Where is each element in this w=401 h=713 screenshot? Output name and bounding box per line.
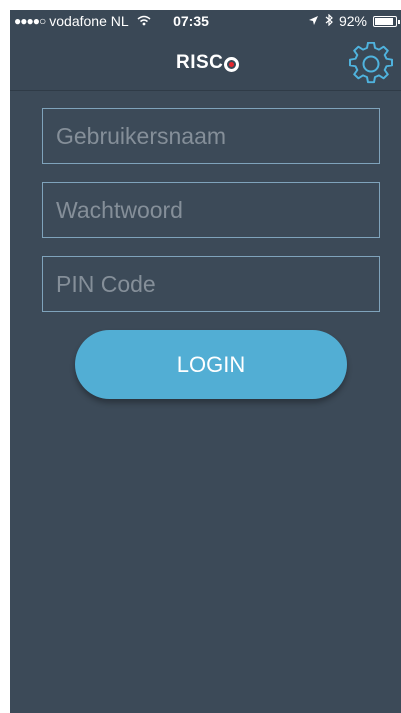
logo-text: RISC xyxy=(176,52,224,73)
gear-icon[interactable] xyxy=(349,41,393,86)
status-right: 92% xyxy=(308,13,400,29)
location-arrow-icon xyxy=(308,13,319,29)
login-button[interactable]: LOGIN xyxy=(75,330,347,399)
status-left: ●●●●○ vodafone NL xyxy=(14,13,151,29)
logo-mark xyxy=(224,56,240,72)
status-bar: ●●●●○ vodafone NL 07:35 92% xyxy=(10,10,401,32)
carrier-name: vodafone NL xyxy=(49,13,129,29)
password-input[interactable] xyxy=(42,182,380,238)
wifi-icon xyxy=(137,14,151,29)
username-input[interactable] xyxy=(42,108,380,164)
pin-code-input[interactable] xyxy=(42,256,380,312)
top-bar: ●●●●○ vodafone NL 07:35 92% RISC xyxy=(10,10,401,91)
bluetooth-icon xyxy=(325,13,333,29)
battery-icon xyxy=(373,15,400,27)
status-time: 07:35 xyxy=(173,13,209,29)
risco-logo: RISC xyxy=(176,52,240,74)
signal-strength: ●●●●○ xyxy=(14,14,46,28)
battery-percentage: 92% xyxy=(338,13,367,29)
app-screen: ●●●●○ vodafone NL 07:35 92% RISC Gebruik… xyxy=(10,10,401,713)
